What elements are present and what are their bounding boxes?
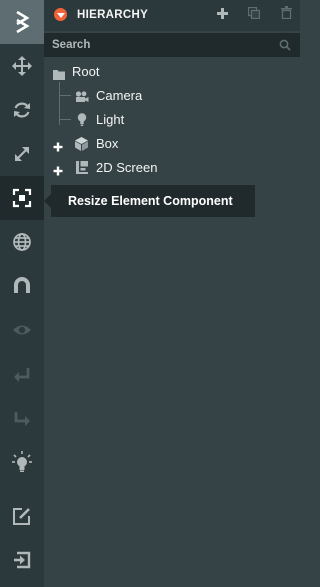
undo-tool[interactable] bbox=[0, 352, 44, 396]
search-input[interactable] bbox=[52, 37, 272, 53]
cube-icon bbox=[75, 137, 88, 156]
rotate-icon bbox=[12, 100, 32, 120]
tree-item-label: Light bbox=[96, 112, 125, 127]
chevron-down-icon bbox=[56, 6, 65, 24]
focus-tool[interactable] bbox=[0, 308, 44, 352]
tree-item-label: Camera bbox=[96, 88, 143, 103]
search-icon[interactable] bbox=[279, 38, 291, 56]
tree-item-label: Box bbox=[96, 136, 119, 151]
code-editor-tool[interactable] bbox=[0, 494, 44, 538]
move-icon bbox=[12, 56, 32, 76]
resize-element-tool[interactable] bbox=[0, 176, 44, 220]
globe-icon bbox=[12, 232, 32, 252]
camera-icon bbox=[75, 90, 89, 108]
tree-item-label: 2D Screen bbox=[96, 160, 158, 175]
panel-header: HIERARCHY bbox=[44, 0, 300, 31]
tree-item-2d-screen[interactable]: 2D Screen bbox=[44, 156, 300, 180]
tree-item-light[interactable]: Light bbox=[44, 108, 300, 132]
plus-icon bbox=[216, 6, 228, 24]
redo-tool[interactable] bbox=[0, 396, 44, 440]
collapse-panel-button[interactable] bbox=[54, 8, 67, 21]
lightbulb-icon bbox=[12, 451, 32, 473]
left-toolbar bbox=[0, 0, 44, 587]
tree-item-box[interactable]: Box bbox=[44, 132, 300, 156]
scale-tool[interactable] bbox=[0, 132, 44, 176]
eye-icon bbox=[12, 320, 32, 340]
add-entity-button[interactable] bbox=[215, 8, 229, 22]
publish-tool[interactable] bbox=[0, 538, 44, 582]
screen-icon bbox=[76, 161, 88, 179]
light-icon bbox=[77, 113, 87, 131]
tree-item-root[interactable]: Root bbox=[44, 60, 300, 84]
playcanvas-logo-icon[interactable] bbox=[0, 0, 44, 44]
delete-entity-button[interactable] bbox=[279, 6, 293, 24]
duplicate-icon bbox=[247, 6, 261, 24]
translate-tool[interactable] bbox=[0, 44, 44, 88]
publish-icon bbox=[12, 550, 32, 570]
world-local-toggle[interactable] bbox=[0, 220, 44, 264]
snap-toggle[interactable] bbox=[0, 264, 44, 308]
search-bar bbox=[44, 33, 300, 57]
panel-title: HIERARCHY bbox=[77, 9, 149, 21]
magnet-icon bbox=[12, 276, 32, 296]
lightmapper-tool[interactable] bbox=[0, 440, 44, 484]
hierarchy-panel: HIERARCHY Root bbox=[44, 0, 300, 587]
resize-element-icon bbox=[12, 188, 32, 208]
expand-plus-icon[interactable] bbox=[53, 163, 63, 176]
edit-icon bbox=[12, 506, 32, 526]
tooltip: Resize Element Component bbox=[51, 185, 255, 217]
tree-item-camera[interactable]: Camera bbox=[44, 84, 300, 108]
tooltip-text: Resize Element Component bbox=[68, 194, 233, 208]
rotate-tool[interactable] bbox=[0, 88, 44, 132]
expand-plus-icon[interactable] bbox=[53, 139, 63, 152]
duplicate-entity-button[interactable] bbox=[247, 6, 261, 24]
undo-icon bbox=[12, 364, 32, 384]
redo-icon bbox=[12, 408, 32, 428]
tree-item-label: Root bbox=[72, 64, 100, 79]
trash-icon bbox=[280, 6, 292, 24]
tooltip-arrow bbox=[44, 194, 51, 208]
scale-icon bbox=[12, 144, 32, 164]
folder-icon bbox=[53, 67, 65, 85]
